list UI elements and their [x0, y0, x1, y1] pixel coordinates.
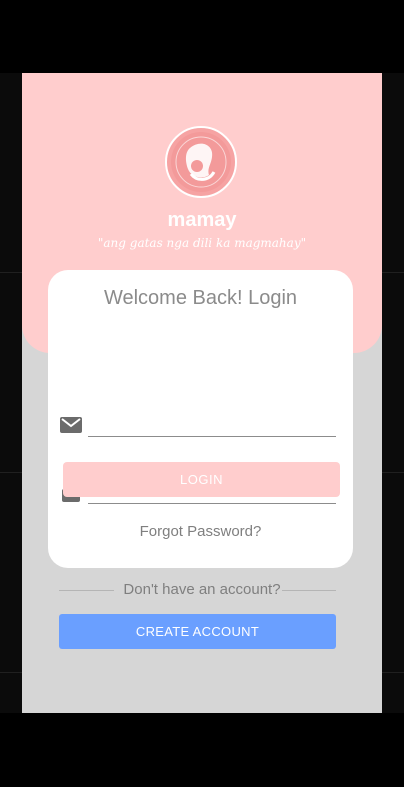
signup-prompt: Don't have an account? [123, 581, 281, 598]
forgot-password-link[interactable]: Forgot Password? [48, 523, 353, 540]
password-field[interactable] [88, 503, 336, 504]
app-screen: mamay "ang gatas nga dili ka magmahay" W… [22, 73, 382, 713]
app-name: mamay [167, 209, 237, 231]
device-top-bar [0, 0, 404, 73]
mother-baby-logo-icon [171, 132, 231, 192]
email-field[interactable] [88, 436, 336, 437]
login-card: Welcome Back! Login LOGIN Forgot Passwor… [48, 270, 353, 568]
create-account-button[interactable]: CREATE ACCOUNT [59, 614, 336, 649]
login-button[interactable]: LOGIN [63, 462, 340, 497]
app-tagline: "ang gatas nga dili ka magmahay" [97, 236, 307, 250]
device-bottom-bar [0, 713, 404, 787]
app-logo [165, 126, 237, 198]
email-icon [60, 417, 82, 438]
login-title: Welcome Back! Login [103, 287, 298, 309]
